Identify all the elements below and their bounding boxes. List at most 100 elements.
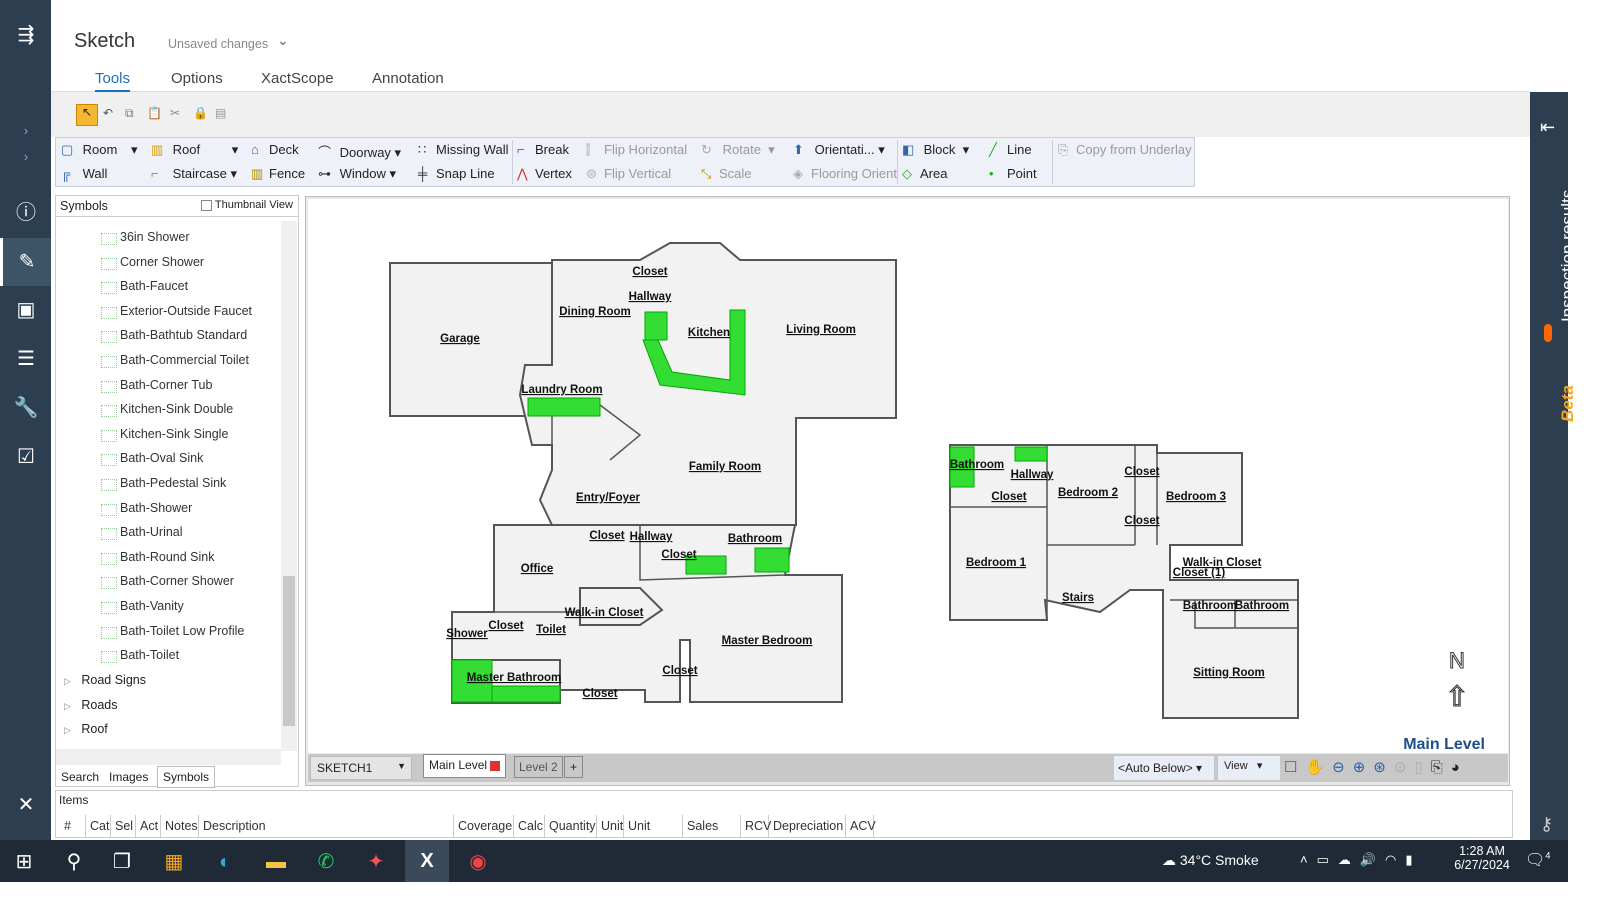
fence-button[interactable]: ▥ Fence (251, 166, 305, 182)
room-label[interactable]: Closet (488, 620, 523, 632)
room-label[interactable]: Walk-in Closet (565, 607, 644, 619)
room-label[interactable]: Bedroom 1 (966, 557, 1027, 569)
h-scrollbar[interactable] (56, 749, 281, 765)
zoom-out-icon[interactable]: ⊖ (1332, 759, 1353, 776)
sketch-icon[interactable]: ✎ (0, 238, 51, 286)
line-button[interactable]: ╱ Line (989, 142, 1032, 158)
flip-vertical-button[interactable]: ⊜ Flip Vertical (586, 166, 671, 182)
symbol-item[interactable]: Kitchen-Sink Double (100, 402, 233, 418)
symbol-item[interactable]: Bath-Corner Tub (100, 378, 212, 393)
room-label[interactable]: Office (521, 563, 554, 575)
thumbnail-view-checkbox[interactable]: Thumbnail View (201, 199, 293, 211)
column-header[interactable]: ACV (846, 815, 876, 837)
scrollbar[interactable] (281, 221, 297, 751)
break-button[interactable]: ⌐ Break (517, 142, 569, 157)
search-icon[interactable]: ⚲ (60, 848, 88, 876)
zoom-in-icon[interactable]: ⊕ (1353, 759, 1374, 776)
room-label[interactable]: Master Bedroom (722, 635, 813, 647)
room-button[interactable]: ▢ Room ▾ (61, 142, 137, 158)
column-header[interactable]: Sel (111, 815, 136, 837)
symbol-item[interactable]: Bath-Pedestal Sink (100, 476, 226, 491)
render-3d-icon[interactable]: ◕ (1451, 759, 1468, 776)
pan-hand-icon[interactable]: ✋ (1305, 759, 1332, 776)
flip-horizontal-button[interactable]: ⫿ Flip Horizontal (586, 142, 687, 158)
zoom-extent-icon[interactable]: ⊙ (1394, 759, 1415, 776)
room-label[interactable]: Hallway (1011, 469, 1054, 481)
missing-wall-button[interactable]: ∷ Missing Wall (418, 142, 508, 158)
symbol-item[interactable]: Bath-Faucet (100, 279, 188, 295)
room-label[interactable]: Toilet (536, 624, 566, 636)
lock-icon[interactable]: 🔒 (193, 106, 208, 120)
tools-icon[interactable]: 🔧 (13, 395, 39, 421)
tab-level-2[interactable]: Level 2 (514, 756, 563, 778)
room-label[interactable]: Bathroom (1183, 600, 1237, 612)
tab-annotation[interactable]: Annotation (372, 70, 444, 87)
documents-icon[interactable]: ☰ (13, 346, 39, 372)
symbol-item[interactable]: Bath-Commercial Toilet (101, 353, 249, 368)
cut-icon[interactable]: ✂ (170, 106, 180, 120)
select-pointer-icon[interactable]: ↖ (76, 104, 98, 126)
tab-main-level[interactable]: Main Level (423, 754, 507, 778)
column-header[interactable]: Sales Tax (683, 815, 741, 855)
photos-icon[interactable]: ▣ (13, 297, 39, 323)
area-button[interactable]: ◇ Area (902, 166, 947, 182)
snap-line-button[interactable]: ╪ Snap Line (418, 166, 495, 181)
room-label[interactable]: Closet (662, 665, 697, 677)
room-label[interactable]: Garage (440, 333, 480, 345)
clock[interactable]: 1:28 AM 6/27/2024 (1452, 844, 1512, 872)
column-header[interactable]: Quantity (545, 815, 597, 837)
column-header[interactable]: # (60, 815, 86, 837)
column-header[interactable]: Notes (161, 815, 199, 837)
store-icon[interactable]: ▦ (160, 848, 188, 876)
room-label[interactable]: Laundry Room (521, 384, 602, 396)
sketch-select[interactable]: SKETCH1 ▼ (310, 756, 412, 780)
panel-toggle-icon[interactable]: ⇤ (1540, 117, 1555, 138)
block-button[interactable]: ◧ Block ▾ (902, 142, 969, 158)
symbol-group[interactable]: ▷ Roads (64, 698, 117, 712)
window-button[interactable]: ⊶ Window ▾ (318, 166, 396, 182)
symbol-group[interactable]: ▷ Road Signs (64, 673, 146, 687)
select-box-icon[interactable]: ☐ (1284, 759, 1305, 776)
column-header[interactable]: Cat (86, 815, 111, 837)
rotate-button[interactable]: ↻ Rotate ▾ (701, 142, 775, 158)
collapse-icon[interactable]: ⇶ (13, 22, 39, 48)
room-label[interactable]: Closet (991, 491, 1026, 503)
staircase-button[interactable]: ⌐ Staircase ▾ (151, 166, 237, 182)
symbol-item[interactable]: Bath-Toilet Low Profile (100, 624, 244, 639)
chevron-down-icon[interactable]: ⌄ (277, 32, 289, 49)
room-label[interactable]: Kitchen (688, 327, 730, 339)
deck-button[interactable]: ⌂ Deck (251, 142, 299, 157)
close-icon[interactable]: ✕ (13, 792, 39, 818)
wall-button[interactable]: ╔ Wall (61, 166, 107, 181)
export-icon[interactable]: ⎘ (1431, 759, 1451, 776)
close-tab-icon[interactable] (490, 760, 501, 771)
room-label[interactable]: Closet (589, 530, 624, 542)
weather-widget[interactable]: ☁ 34°C Smoke (1162, 852, 1259, 869)
paste-icon[interactable]: 📋 (147, 106, 162, 120)
symbol-item[interactable]: Bath-Shower (100, 501, 192, 516)
room-label[interactable]: Hallway (629, 291, 672, 303)
roof-button[interactable]: ▥ Roof ▾ (151, 142, 238, 158)
room-label[interactable]: Closet (582, 688, 617, 700)
task-view-icon[interactable]: ❐ (108, 848, 136, 876)
symbol-item[interactable]: Bath-Oval Sink (100, 451, 203, 467)
checklist-icon[interactable]: ☑ (13, 444, 39, 470)
symbol-item[interactable]: Kitchen-Sink Single (100, 427, 228, 442)
column-header[interactable]: Description (199, 815, 454, 837)
add-level-button[interactable]: + (564, 756, 584, 778)
symbol-item[interactable]: Bath-Urinal (101, 525, 183, 541)
room-label[interactable]: Living Room (786, 324, 856, 336)
room-label[interactable]: Bathroom (950, 459, 1004, 471)
room-label[interactable]: Shower (446, 628, 488, 640)
column-header[interactable]: Act (136, 815, 161, 837)
zoom-fit-icon[interactable]: ⊛ (1373, 759, 1394, 776)
system-tray-icons[interactable]: ˄▭☁🔊◠▮ (1300, 852, 1422, 868)
room-label[interactable]: Stairs (1062, 592, 1094, 604)
symbol-item[interactable]: Bath-Corner Shower (101, 574, 234, 590)
copy-from-underlay-button[interactable]: ⎘ Copy from Underlay (1058, 142, 1192, 158)
symbol-item[interactable]: Exterior-Outside Faucet (101, 304, 252, 319)
column-header[interactable]: Calc (514, 815, 545, 837)
inspection-results-tab[interactable]: Inspection results (1558, 190, 1578, 322)
flooring-orientation-button[interactable]: ◈ Flooring Orient (793, 166, 897, 182)
column-header[interactable]: Unit Price (624, 815, 683, 855)
